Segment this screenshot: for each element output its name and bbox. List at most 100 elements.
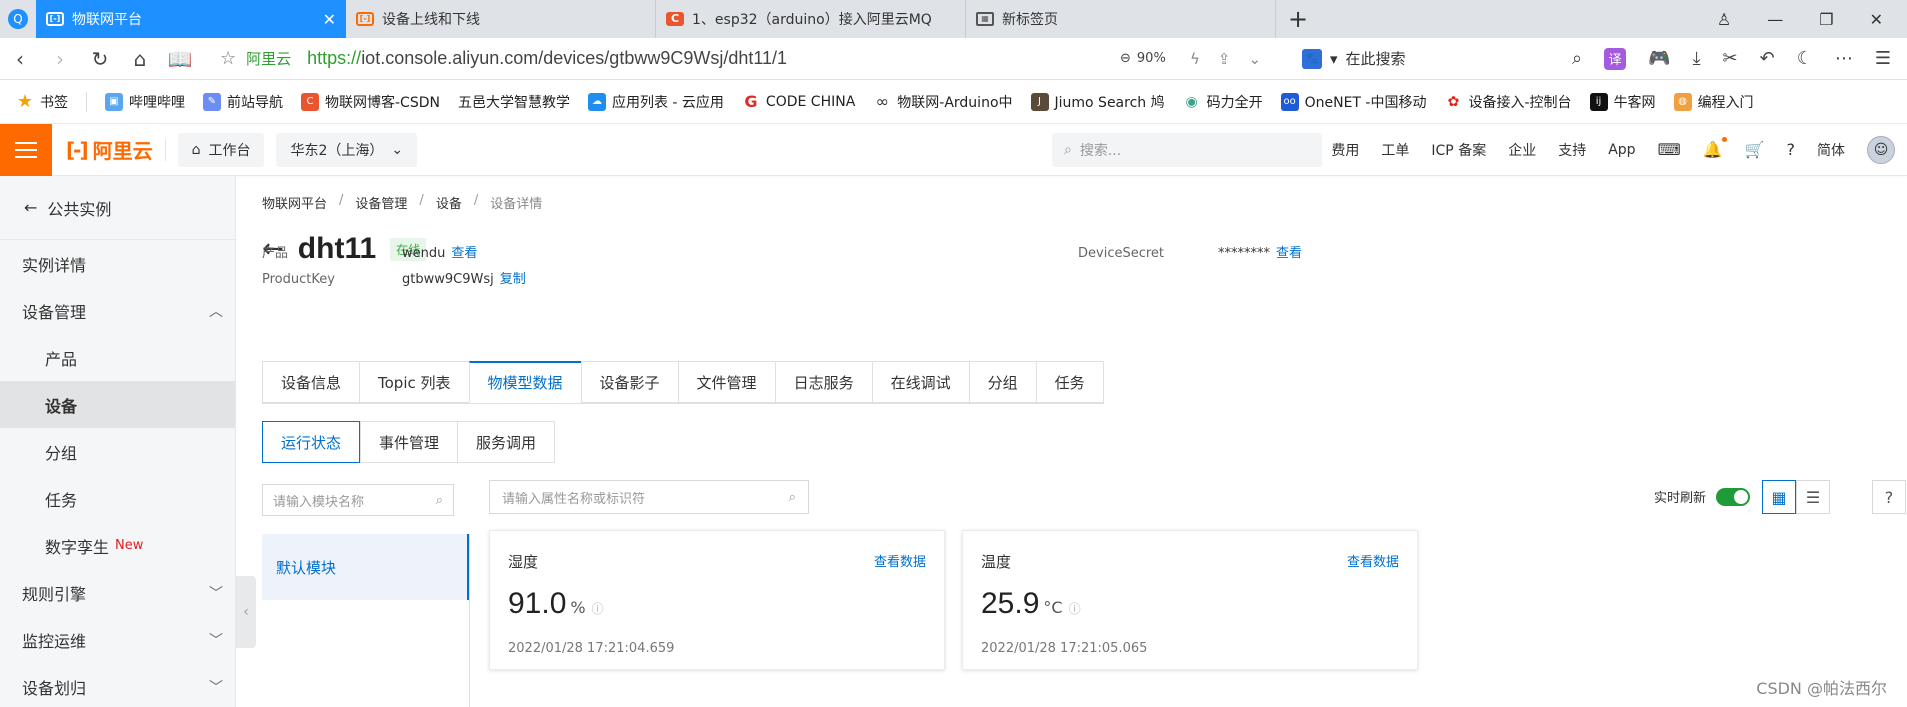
view-secret-link[interactable]: 查看	[1276, 246, 1302, 261]
tab-file-management[interactable]: 文件管理	[677, 361, 775, 403]
search-icon[interactable]: ⌕	[1572, 48, 1582, 69]
help-button[interactable]: ?	[1872, 480, 1906, 514]
bookmark-item[interactable]: ✎ 前站导航	[203, 92, 283, 112]
nav-link-enterprise[interactable]: 企业	[1508, 140, 1536, 160]
favorite-star-icon[interactable]: ☆	[220, 48, 236, 69]
info-icon[interactable]: ⓘ	[1069, 600, 1081, 617]
breadcrumb-item[interactable]: 设备管理	[355, 193, 407, 212]
search-engine-dropdown-icon[interactable]: ▾	[1330, 50, 1338, 68]
chevron-down-icon[interactable]: ⌄	[1248, 50, 1261, 68]
back-to-instances[interactable]: ← 公共实例	[0, 176, 235, 240]
tab-group[interactable]: 分组	[968, 361, 1036, 403]
share-icon[interactable]: ⇪	[1218, 50, 1231, 68]
bookmark-item[interactable]: J Jiumo Search 鸠	[1030, 92, 1165, 112]
workbench-button[interactable]: ⌂ 工作台	[177, 132, 265, 167]
nav-link-support[interactable]: 支持	[1558, 140, 1586, 160]
copy-productkey-link[interactable]: 复制	[500, 272, 526, 287]
subtab-service-call[interactable]: 服务调用	[457, 421, 556, 463]
browser-tab-iot[interactable]: [-] 物联网平台 ✕	[36, 0, 346, 38]
terminal-icon[interactable]: ⌨	[1658, 140, 1681, 159]
search-box[interactable]: 🐾 ▾ 在此搜索	[1302, 48, 1406, 69]
tab-topic-list[interactable]: Topic 列表	[359, 361, 469, 403]
breadcrumb-item[interactable]: 物联网平台	[262, 193, 327, 212]
nav-link-billing[interactable]: 费用	[1331, 140, 1359, 160]
sidebar-item-instance-detail[interactable]: 实例详情	[0, 240, 235, 287]
close-tab-icon[interactable]: ✕	[323, 10, 336, 29]
browser-tab-esp32[interactable]: C 1、esp32（arduino）接入阿里云MQ	[656, 0, 966, 38]
bell-icon[interactable]: 🔔	[1703, 137, 1727, 159]
shirt-skin-icon[interactable]: ♙	[1717, 10, 1731, 29]
new-tab-button[interactable]: +	[1276, 0, 1320, 38]
help-icon[interactable]: ?	[1787, 140, 1796, 159]
browser-tab-online[interactable]: [-] 设备上线和下线	[346, 0, 656, 38]
browser-tab-newtab[interactable]: ▦ 新标签页	[966, 0, 1276, 38]
bookmark-item[interactable]: ✿ 设备接入-控制台	[1445, 92, 1572, 112]
breadcrumb-item[interactable]: 设备	[436, 193, 462, 212]
realtime-toggle[interactable]	[1716, 487, 1751, 506]
bookmark-item[interactable]: oo OneNET -中国移动	[1280, 92, 1427, 112]
property-search-input[interactable]: 请输入属性名称或标识符 ⌕	[489, 480, 809, 514]
lightning-icon[interactable]: ϟ	[1190, 50, 1200, 68]
bookmark-item[interactable]: ★ 书签	[16, 91, 68, 112]
bookmark-item[interactable]: G CODE CHINA	[742, 92, 855, 111]
sidebar-item-digital-twin[interactable]: 数字孪生 New	[0, 522, 235, 569]
tab-online-debug[interactable]: 在线调试	[871, 361, 969, 403]
bookmark-item[interactable]: 五邑大学智慧教学	[458, 92, 570, 112]
aliyun-logo[interactable]: [-] 阿里云	[66, 135, 153, 164]
view-product-link[interactable]: 查看	[451, 246, 477, 261]
bookmark-item[interactable]: ▣ 哔哩哔哩	[105, 92, 185, 112]
more-icon[interactable]: ⋯	[1835, 48, 1853, 69]
tab-device-info[interactable]: 设备信息	[262, 361, 360, 403]
forward-icon[interactable]: ›	[40, 47, 80, 71]
sidebar-item-group[interactable]: 分组	[0, 428, 235, 475]
zoom-indicator[interactable]: ⊖ 90%	[1120, 51, 1166, 66]
search-icon[interactable]: ⌕	[436, 493, 443, 508]
home-icon[interactable]: ⌂	[120, 47, 160, 71]
subtab-event-management[interactable]: 事件管理	[360, 421, 458, 463]
console-search-input[interactable]: ⌕ 搜索...	[1052, 132, 1322, 167]
nav-link-app[interactable]: App	[1608, 142, 1635, 158]
hamburger-menu-icon[interactable]	[0, 123, 52, 176]
bookmark-item[interactable]: ij 牛客网	[1589, 92, 1656, 112]
sidebar-item-product[interactable]: 产品	[0, 334, 235, 381]
minimize-icon[interactable]: —	[1767, 10, 1783, 29]
translate-icon[interactable]: 译	[1604, 47, 1627, 70]
language-switch[interactable]: 简体	[1817, 140, 1845, 160]
back-icon[interactable]: ‹	[0, 47, 40, 71]
url-field[interactable]: https://iot.console.aliyun.com/devices/g…	[307, 48, 787, 69]
tab-thing-model-data[interactable]: 物模型数据	[468, 361, 581, 403]
nav-link-ticket[interactable]: 工单	[1381, 140, 1409, 160]
sidebar-item-device-assignment[interactable]: 设备划归 ﹀	[0, 663, 235, 707]
subtab-running-status[interactable]: 运行状态	[262, 421, 361, 463]
bookmark-item[interactable]: ◍ 编程入门	[1673, 92, 1754, 112]
bookmark-item[interactable]: C 物联网博客-CSDN	[301, 92, 440, 112]
gamepad-icon[interactable]: 🎮	[1648, 48, 1670, 69]
search-icon[interactable]: ⌕	[789, 490, 796, 505]
download-icon[interactable]: ⤓	[1693, 48, 1701, 69]
grid-view-icon[interactable]: ▦	[1762, 480, 1796, 514]
tab-device-shadow[interactable]: 设备影子	[580, 361, 678, 403]
bookmark-item[interactable]: ∞ 物联网-Arduino中	[873, 92, 1013, 112]
tab-task[interactable]: 任务	[1035, 361, 1104, 403]
close-window-icon[interactable]: ✕	[1870, 10, 1883, 29]
search-engine-icon[interactable]: 🐾	[1302, 48, 1322, 69]
tab-log-service[interactable]: 日志服务	[774, 361, 872, 403]
reload-icon[interactable]: ↻	[80, 47, 120, 71]
restore-icon[interactable]: ❐	[1819, 10, 1833, 29]
undo-icon[interactable]: ↶	[1760, 48, 1775, 69]
avatar[interactable]: ☺	[1867, 135, 1895, 164]
info-icon[interactable]: ⓘ	[592, 600, 604, 617]
region-select[interactable]: 华东2（上海） ⌄	[276, 132, 418, 167]
menu-icon[interactable]: ☰	[1875, 48, 1891, 69]
bookmark-item[interactable]: ☁ 应用列表 - 云应用	[587, 92, 724, 112]
nav-link-icp[interactable]: ICP 备案	[1431, 140, 1486, 160]
bookmark-item[interactable]: ◉ 码力全开	[1183, 92, 1263, 112]
list-view-icon[interactable]: ☰	[1796, 480, 1830, 514]
sidebar-collapse-handle[interactable]: ‹	[236, 576, 256, 648]
sidebar-item-monitoring[interactable]: 监控运维 ﹀	[0, 616, 235, 663]
sidebar-item-device[interactable]: 设备	[0, 381, 235, 428]
sidebar-item-task[interactable]: 任务	[0, 475, 235, 522]
moon-icon[interactable]: ☾	[1797, 48, 1813, 69]
sidebar-item-device-management[interactable]: 设备管理 ︿	[0, 287, 235, 334]
module-item-default[interactable]: 默认模块	[262, 534, 469, 600]
